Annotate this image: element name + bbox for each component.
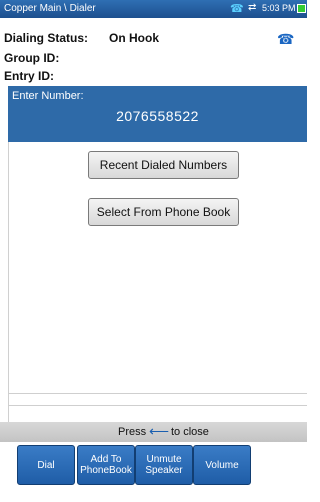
- add-to-phonebook-button[interactable]: Add To PhoneBook: [77, 445, 135, 485]
- select-from-phone-book-button[interactable]: Select From Phone Book: [88, 198, 239, 226]
- close-text: to close: [171, 426, 209, 438]
- enter-number-field[interactable]: Enter Number: 2076558522: [8, 86, 307, 142]
- volume-button[interactable]: Volume: [193, 445, 251, 485]
- phone-number-value[interactable]: 2076558522: [8, 108, 307, 124]
- close-hint-bar: Press ⟵ to close: [0, 422, 307, 442]
- volume-label: Volume: [205, 459, 239, 471]
- recent-dialed-numbers-button[interactable]: Recent Dialed Numbers: [88, 151, 239, 179]
- back-arrow-icon: ⟵: [149, 423, 170, 439]
- on-hook-phone-icon: ☎: [277, 31, 295, 47]
- unmute-speaker-label: Unmute Speaker: [145, 454, 183, 476]
- press-text: Press: [118, 426, 147, 438]
- swap-arrows-icon: ⇄: [248, 2, 257, 13]
- dial-button[interactable]: Dial: [17, 445, 75, 485]
- enter-number-label: Enter Number:: [12, 90, 84, 102]
- divider: [8, 393, 307, 394]
- status-panel: Dialing Status: On Hook Group ID: Entry …: [0, 18, 307, 86]
- title-bar: Copper Main \ Dialer ☎ ⇄ 5:03 PM: [0, 0, 307, 18]
- dialing-status-value: On Hook: [109, 31, 159, 45]
- content-border: [8, 142, 9, 422]
- entry-id-row: Entry ID:: [4, 69, 54, 83]
- add-to-phonebook-label: Add To PhoneBook: [80, 454, 132, 476]
- divider: [8, 405, 307, 406]
- group-id-label: Group ID:: [4, 51, 60, 65]
- unmute-speaker-button[interactable]: Unmute Speaker: [135, 445, 193, 485]
- entry-id-label: Entry ID:: [4, 69, 55, 83]
- battery-icon: [297, 4, 306, 13]
- telephone-icon: ☎: [230, 3, 244, 15]
- dial-button-label: Dial: [37, 459, 55, 471]
- dialing-status-row: Dialing Status: On Hook: [4, 31, 159, 45]
- clock-time: 5:03 PM: [262, 3, 296, 13]
- window-title: Copper Main \ Dialer: [4, 3, 96, 14]
- softkey-bar: Dial Add To PhoneBook Unmute Speaker Vol…: [0, 442, 307, 502]
- group-id-row: Group ID:: [4, 51, 59, 65]
- dialing-status-label: Dialing Status:: [4, 31, 89, 45]
